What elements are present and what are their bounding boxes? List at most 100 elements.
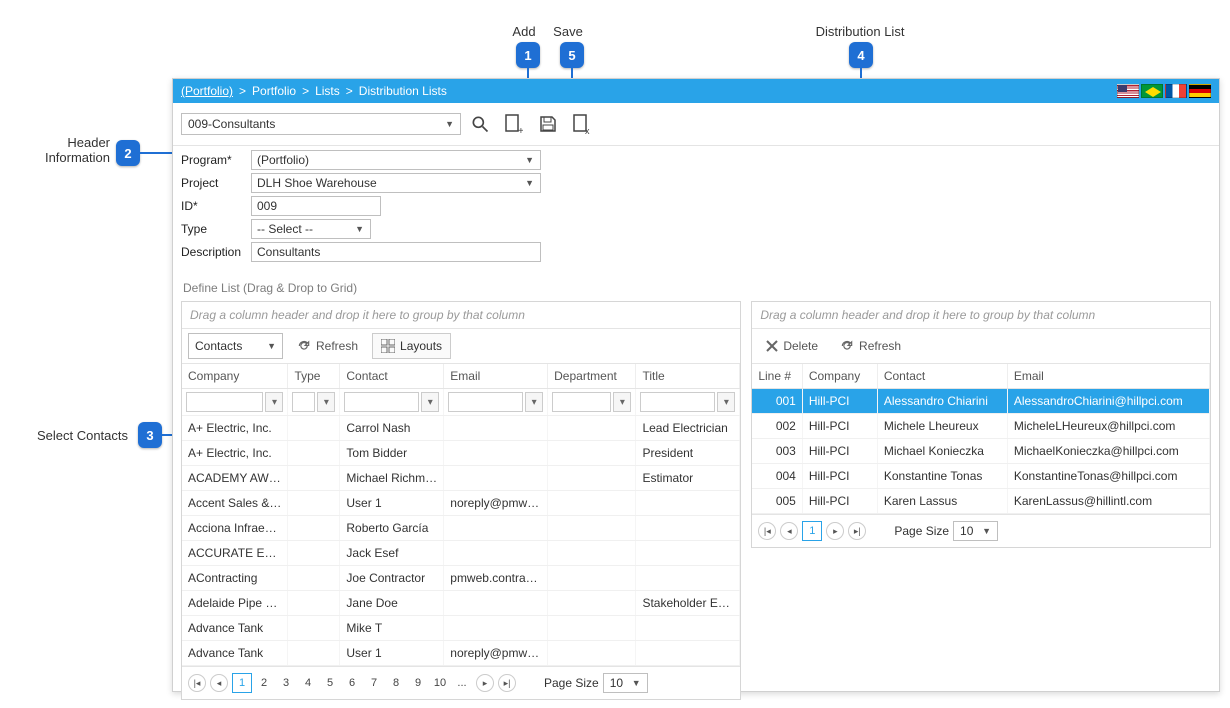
group-by-hint[interactable]: Drag a column header and drop it here to… <box>182 302 740 329</box>
breadcrumb: (Portfolio) > Portfolio > Lists > Distri… <box>181 84 447 98</box>
pager-last[interactable]: ▸| <box>848 522 866 540</box>
pager-next[interactable]: ▸ <box>476 674 494 692</box>
col-company[interactable]: Company <box>802 364 877 389</box>
flag-de[interactable] <box>1189 84 1211 98</box>
pager-page[interactable]: 3 <box>276 673 296 693</box>
chevron-down-icon: ▼ <box>525 178 534 188</box>
flag-br[interactable] <box>1141 84 1163 98</box>
project-dropdown[interactable]: DLH Shoe Warehouse ▼ <box>251 173 541 193</box>
program-dropdown[interactable]: (Portfolio) ▼ <box>251 150 541 170</box>
delete-button[interactable]: Delete <box>758 333 826 359</box>
cell-company: ACADEMY AWNING <box>182 466 288 491</box>
table-row[interactable]: 005Hill-PCIKaren LassusKarenLassus@hilli… <box>752 489 1209 514</box>
col-contact[interactable]: Contact <box>340 364 444 389</box>
flag-fr[interactable] <box>1165 84 1187 98</box>
table-row[interactable]: 003Hill-PCIMichael KonieczkaMichaelKonie… <box>752 439 1209 464</box>
cell-company: Advance Tank <box>182 641 288 666</box>
pager-first[interactable]: |◂ <box>758 522 776 540</box>
page-size-dropdown[interactable]: 10 ▼ <box>953 521 998 541</box>
description-input[interactable]: Consultants <box>251 242 541 262</box>
breadcrumb-p1[interactable]: Portfolio <box>252 84 296 98</box>
table-row[interactable]: Advance TankMike T <box>182 616 740 641</box>
pager-page[interactable]: 6 <box>342 673 362 693</box>
pager-page[interactable]: 7 <box>364 673 384 693</box>
table-row[interactable]: Advance TankUser 1noreply@pmweb. <box>182 641 740 666</box>
cell-company: A+ Electric, Inc. <box>182 416 288 441</box>
filter-icon[interactable]: ▾ <box>317 392 335 412</box>
pager-page[interactable]: 4 <box>298 673 318 693</box>
pager-page[interactable]: 1 <box>232 673 252 693</box>
type-dropdown[interactable]: -- Select -- ▼ <box>251 219 371 239</box>
col-email[interactable]: Email <box>1007 364 1209 389</box>
page-size-dropdown[interactable]: 10 ▼ <box>603 673 648 693</box>
filter-icon[interactable]: ▾ <box>613 392 631 412</box>
pager-first[interactable]: |◂ <box>188 674 206 692</box>
chevron-down-icon: ▼ <box>445 119 454 129</box>
cell-department <box>548 616 636 641</box>
cell-department <box>548 566 636 591</box>
col-company[interactable]: Company <box>182 364 288 389</box>
filter-title[interactable] <box>640 392 715 412</box>
pager-page[interactable]: ... <box>452 673 472 693</box>
pager-next[interactable]: ▸ <box>826 522 844 540</box>
save-button[interactable] <box>533 109 563 139</box>
cell-contact: Michele Lheureux <box>877 414 1007 439</box>
record-selector[interactable]: 009-Consultants ▼ <box>181 113 461 135</box>
cell-company: Hill-PCI <box>802 439 877 464</box>
filter-contact[interactable] <box>344 392 419 412</box>
table-row[interactable]: 001Hill-PCIAlessandro ChiariniAlessandro… <box>752 389 1209 414</box>
col-title[interactable]: Title <box>636 364 740 389</box>
flag-us[interactable] <box>1117 84 1139 98</box>
breadcrumb-p3[interactable]: Distribution Lists <box>359 84 447 98</box>
table-row[interactable]: Acciona InfraestruRoberto García <box>182 516 740 541</box>
table-row[interactable]: AContractingJoe Contractorpmweb.contract… <box>182 566 740 591</box>
layouts-button[interactable]: Layouts <box>372 333 451 359</box>
pager-page[interactable]: 1 <box>802 521 822 541</box>
callout-badge-2: 2 <box>116 140 140 166</box>
col-email[interactable]: Email <box>444 364 548 389</box>
group-by-hint[interactable]: Drag a column header and drop it here to… <box>752 302 1210 329</box>
filter-icon[interactable]: ▾ <box>421 392 439 412</box>
delete-icon <box>766 340 778 352</box>
pager-last[interactable]: ▸| <box>498 674 516 692</box>
col-department[interactable]: Department <box>548 364 636 389</box>
source-dropdown[interactable]: Contacts ▼ <box>188 333 283 359</box>
filter-icon[interactable]: ▾ <box>717 392 735 412</box>
filter-icon[interactable]: ▾ <box>525 392 543 412</box>
filter-department[interactable] <box>552 392 611 412</box>
col-contact[interactable]: Contact <box>877 364 1007 389</box>
pager-page[interactable]: 10 <box>430 673 450 693</box>
refresh-button[interactable]: Refresh <box>289 333 366 359</box>
cell-company: Hill-PCI <box>802 464 877 489</box>
id-input[interactable]: 009 <box>251 196 381 216</box>
col-type[interactable]: Type <box>288 364 340 389</box>
pager-page[interactable]: 9 <box>408 673 428 693</box>
filter-type[interactable] <box>292 392 315 412</box>
breadcrumb-root[interactable]: (Portfolio) <box>181 84 233 98</box>
add-button[interactable]: + <box>499 109 529 139</box>
search-button[interactable] <box>465 109 495 139</box>
table-row[interactable]: Accent Sales & SeUser 1noreply@pmweb. <box>182 491 740 516</box>
refresh-button[interactable]: Refresh <box>832 333 909 359</box>
filter-email[interactable] <box>448 392 523 412</box>
table-row[interactable]: Adelaide Pipe RelaJane DoeStakeholder En… <box>182 591 740 616</box>
sep: > <box>237 84 248 98</box>
pager-prev[interactable]: ◂ <box>780 522 798 540</box>
cell-department <box>548 541 636 566</box>
pager-page[interactable]: 8 <box>386 673 406 693</box>
pager-page[interactable]: 5 <box>320 673 340 693</box>
table-row[interactable]: A+ Electric, Inc.Tom BidderPresident <box>182 441 740 466</box>
table-row[interactable]: A+ Electric, Inc.Carrol NashLead Electri… <box>182 416 740 441</box>
table-row[interactable]: 004Hill-PCIKonstantine TonasKonstantineT… <box>752 464 1209 489</box>
filter-icon[interactable]: ▾ <box>265 392 283 412</box>
filter-company[interactable] <box>186 392 263 412</box>
table-row[interactable]: ACADEMY AWNINGMichael RichmanEstimator <box>182 466 740 491</box>
chevron-down-icon: ▼ <box>525 155 534 165</box>
pager-prev[interactable]: ◂ <box>210 674 228 692</box>
delete-page-button[interactable]: x <box>567 109 597 139</box>
table-row[interactable]: 002Hill-PCIMichele LheureuxMicheleLHeure… <box>752 414 1209 439</box>
breadcrumb-p2[interactable]: Lists <box>315 84 340 98</box>
col-line[interactable]: Line # <box>752 364 802 389</box>
table-row[interactable]: ACCURATE ELECTJack Esef <box>182 541 740 566</box>
pager-page[interactable]: 2 <box>254 673 274 693</box>
